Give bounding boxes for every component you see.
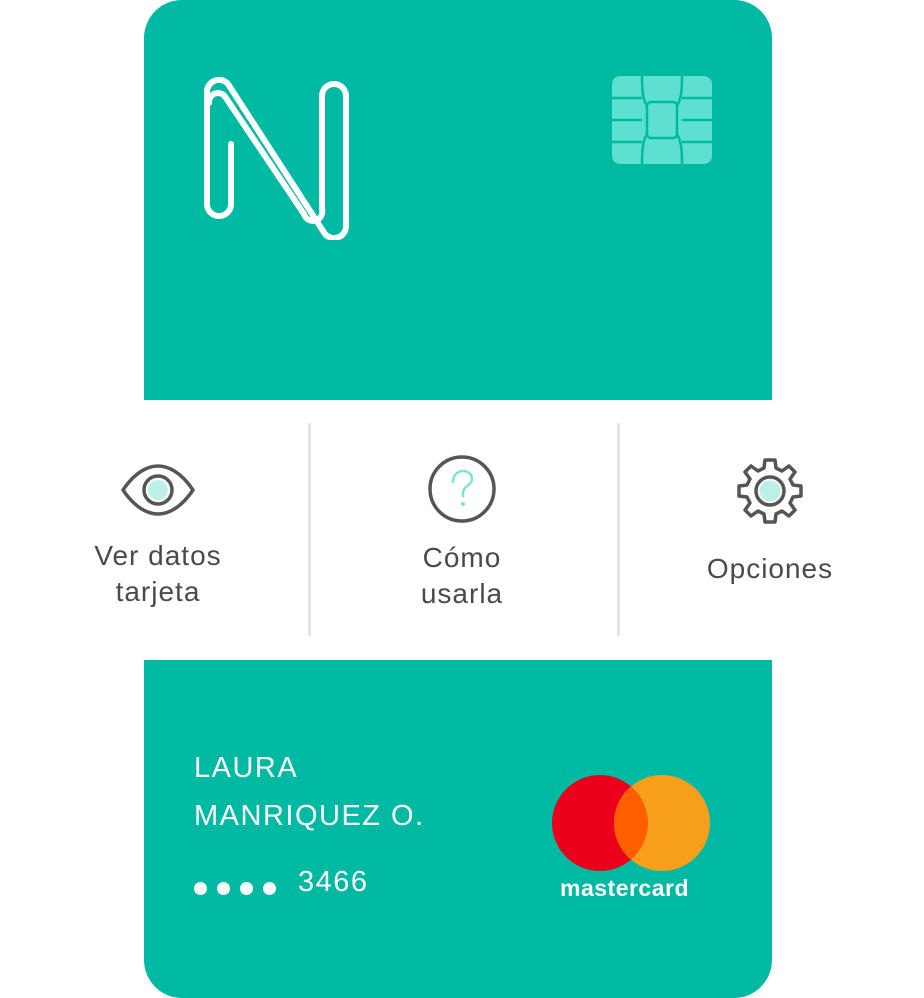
action-label: Ver datos xyxy=(94,540,222,571)
divider xyxy=(617,423,620,636)
gear-icon xyxy=(737,458,803,524)
view-card-data-button[interactable]: Ver datos tarjeta xyxy=(60,400,256,660)
options-button[interactable]: Opciones xyxy=(670,400,870,660)
action-label: Cómo xyxy=(422,542,502,573)
card-last-four: 3466 xyxy=(298,866,369,898)
card-actions: Ver datos tarjeta Cómo usarla Opciones xyxy=(0,400,924,660)
cardholder-first-name: LAURA xyxy=(194,752,299,784)
mastercard-wordmark: mastercard xyxy=(560,875,690,901)
masked-digits xyxy=(194,882,276,895)
how-to-use-button[interactable]: Cómo usarla xyxy=(362,400,562,660)
divider xyxy=(308,423,311,636)
chip-icon xyxy=(612,76,712,164)
mask-dot xyxy=(217,882,230,895)
mask-dot xyxy=(240,882,253,895)
card-front-bottom: LAURA MANRIQUEZ O. 3466 mastercard xyxy=(144,660,772,998)
action-label: tarjeta xyxy=(115,576,201,607)
eye-icon xyxy=(121,464,195,516)
action-label: usarla xyxy=(420,578,504,609)
n-logo-icon xyxy=(204,76,349,240)
mask-dot xyxy=(263,882,276,895)
action-label: Opciones xyxy=(706,553,834,584)
card-front-top xyxy=(144,0,772,400)
mask-dot xyxy=(194,882,207,895)
cardholder-last-name: MANRIQUEZ O. xyxy=(194,800,425,832)
question-circle-icon xyxy=(428,455,496,523)
